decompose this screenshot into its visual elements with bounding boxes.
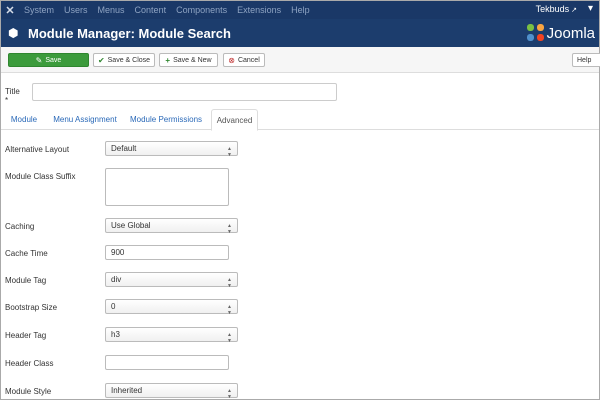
tab-menu-assignment[interactable]: Menu Assignment xyxy=(48,109,122,130)
tab-advanced[interactable]: Advanced xyxy=(211,109,258,131)
joomla-x-icon[interactable]: ✕ xyxy=(1,1,19,19)
joomla-mark-icon xyxy=(526,24,545,42)
cache-time-input[interactable]: 900 xyxy=(105,245,229,260)
caret-icon: ▲ ▼ xyxy=(227,223,232,235)
save-label: Save xyxy=(45,56,62,64)
header-class-input[interactable] xyxy=(105,355,229,370)
module-style-value: Inherited xyxy=(111,386,143,395)
menu-extensions[interactable]: Extensions xyxy=(237,5,281,15)
top-nav-bar: ✕ System Users Menus Content Components … xyxy=(1,1,599,19)
header-class-label: Header Class xyxy=(5,359,54,368)
alt-layout-value: Default xyxy=(111,144,137,153)
tab-module[interactable]: Module xyxy=(5,109,43,130)
title-label: Title * xyxy=(5,87,20,105)
cancel-icon: ⊗ xyxy=(228,55,235,65)
caching-label: Caching xyxy=(5,222,35,231)
menu-menus[interactable]: Menus xyxy=(98,5,125,15)
toolbar: ✎ Save ✔ Save & Close + Save & New ⊗ Can… xyxy=(1,47,600,73)
save-new-button[interactable]: + Save & New xyxy=(159,53,218,67)
class-suffix-textarea[interactable] xyxy=(105,168,229,206)
cancel-label: Cancel xyxy=(237,56,260,64)
module-tag-label: Module Tag xyxy=(5,276,47,285)
caret-icon: ▲ ▼ xyxy=(227,277,232,289)
user-link[interactable]: Tekbuds ↗ xyxy=(536,4,577,14)
module-style-label: Module Style xyxy=(5,387,52,396)
external-link-icon: ↗ xyxy=(571,7,577,14)
help-button[interactable]: Help xyxy=(572,53,600,67)
module-tag-value: div xyxy=(111,275,122,284)
menu-help[interactable]: Help xyxy=(291,5,310,15)
alt-layout-select[interactable]: Default ▲ ▼ xyxy=(105,141,238,158)
save-button[interactable]: ✎ Save xyxy=(8,53,89,67)
menu-system[interactable]: System xyxy=(24,5,54,15)
caret-icon: ▲ ▼ xyxy=(227,332,232,344)
plus-icon: + xyxy=(165,55,171,65)
page-title: Module Manager: Module Search xyxy=(28,25,231,41)
cancel-button[interactable]: ⊗ Cancel xyxy=(223,53,265,67)
check-icon: ✔ xyxy=(97,55,105,65)
top-menu: System Users Menus Content Components Ex… xyxy=(19,5,315,15)
cache-time-label: Cache Time xyxy=(5,249,48,258)
save-icon: ✎ xyxy=(35,55,43,65)
bootstrap-size-select[interactable]: 0 ▲ ▼ xyxy=(105,299,238,316)
save-close-button[interactable]: ✔ Save & Close xyxy=(93,53,155,67)
save-new-label: Save & New xyxy=(173,56,212,64)
caching-select[interactable]: Use Global ▲ ▼ xyxy=(105,218,238,235)
class-suffix-label: Module Class Suffix xyxy=(5,172,76,181)
module-tag-select[interactable]: div ▲ ▼ xyxy=(105,272,238,289)
header-tag-label: Header Tag xyxy=(5,331,47,340)
page-header: ⬢ Module Manager: Module Search Joomla xyxy=(1,19,599,47)
joomla-wordmark: Joomla xyxy=(546,24,595,42)
user-menu-icon[interactable]: ▾ xyxy=(588,3,593,14)
caret-icon: ▲ ▼ xyxy=(227,388,232,400)
menu-content[interactable]: Content xyxy=(135,5,167,15)
menu-users[interactable]: Users xyxy=(64,5,88,15)
header-tag-select[interactable]: h3 ▲ ▼ xyxy=(105,327,238,344)
bootstrap-size-label: Bootstrap Size xyxy=(5,303,58,312)
module-style-select[interactable]: Inherited ▲ ▼ xyxy=(105,383,238,400)
caret-icon: ▲ ▼ xyxy=(227,146,232,158)
caret-icon: ▲ ▼ xyxy=(227,304,232,316)
bootstrap-size-value: 0 xyxy=(111,302,116,311)
cube-icon: ⬢ xyxy=(8,26,19,40)
header-tag-value: h3 xyxy=(111,330,120,339)
alt-layout-label: Alternative Layout xyxy=(5,145,70,154)
tab-module-permissions[interactable]: Module Permissions xyxy=(126,109,206,130)
help-label: Help xyxy=(577,56,592,64)
title-input[interactable] xyxy=(32,83,337,101)
user-name: Tekbuds xyxy=(535,4,570,14)
tab-bar: Module Menu Assignment Module Permission… xyxy=(1,109,599,131)
menu-components[interactable]: Components xyxy=(176,5,227,15)
save-close-label: Save & Close xyxy=(107,56,151,64)
joomla-logo: Joomla xyxy=(526,24,595,42)
caching-value: Use Global xyxy=(111,221,151,230)
